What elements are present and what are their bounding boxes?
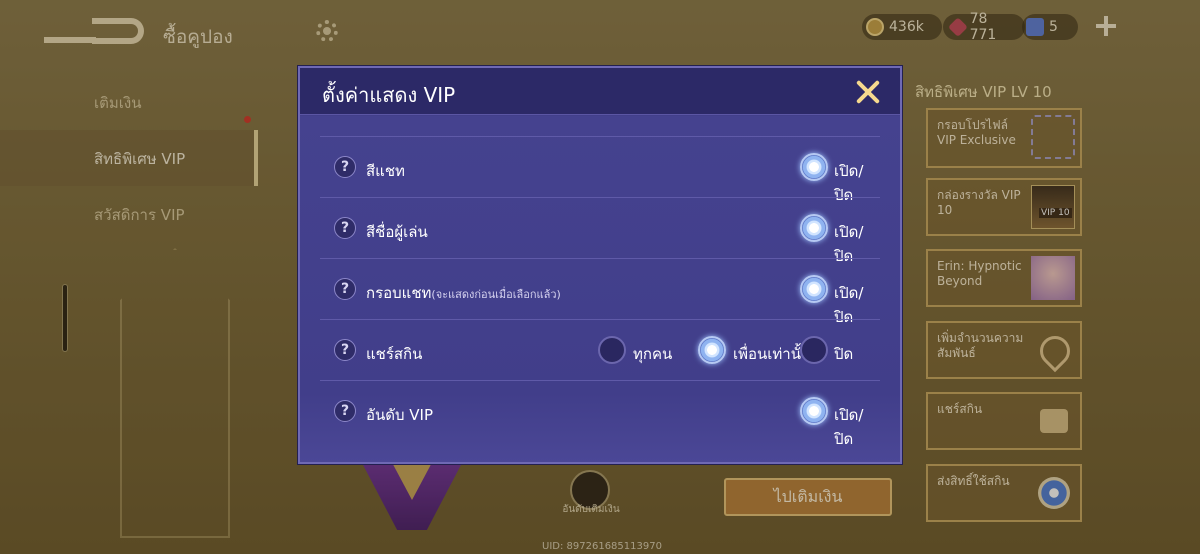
share-skin-option-friends[interactable] xyxy=(698,336,726,364)
setting-row-chat-color: ? สีแชท เปิด/ปิด xyxy=(320,136,880,204)
help-icon[interactable]: ? xyxy=(334,400,356,422)
vip-rank-toggle[interactable] xyxy=(800,397,828,425)
setting-label-main: กรอบแชท xyxy=(366,284,432,302)
setting-sublabel: (จะแสดงก่อนเมื่อเลือกแล้ว) xyxy=(431,288,561,301)
name-color-toggle[interactable] xyxy=(800,214,828,242)
setting-label: แชร์สกิน xyxy=(366,345,423,363)
dialog-body: ? สีแชท เปิด/ปิด ? สีชื่อผู้เล่น เปิด/ปิ… xyxy=(300,116,900,462)
toggle-label: เปิด/ปิด xyxy=(834,406,864,448)
vip-display-settings-dialog: ตั้งค่าแสดง VIP ? สีแชท เปิด/ปิด ? สีชื่… xyxy=(298,66,902,464)
option-label: ทุกคน xyxy=(633,345,673,363)
option-label: ปิด xyxy=(834,345,854,363)
modal-overlay: ตั้งค่าแสดง VIP ? สีแชท เปิด/ปิด ? สีชื่… xyxy=(0,0,1200,554)
help-icon[interactable]: ? xyxy=(334,217,356,239)
chat-color-toggle[interactable] xyxy=(800,153,828,181)
setting-row-share-skin: ? แชร์สกิน ทุกคน เพื่อนเท่านั้น ปิด xyxy=(320,319,880,377)
setting-row-chat-frame: ? กรอบแชท(จะแสดงก่อนเมื่อเลือกแล้ว) เปิด… xyxy=(320,258,880,326)
help-icon[interactable]: ? xyxy=(334,156,356,178)
setting-label: สีชื่อผู้เล่น xyxy=(366,223,428,241)
share-skin-option-everyone[interactable] xyxy=(598,336,626,364)
help-icon[interactable]: ? xyxy=(334,278,356,300)
share-skin-option-off[interactable] xyxy=(800,336,828,364)
dialog-title: ตั้งค่าแสดง VIP xyxy=(322,83,456,107)
help-icon[interactable]: ? xyxy=(334,339,356,361)
setting-label: สีแชท xyxy=(366,162,405,180)
setting-label: อันดับ VIP xyxy=(366,406,434,424)
setting-label: กรอบแชท(จะแสดงก่อนเมื่อเลือกแล้ว) xyxy=(366,281,561,305)
dialog-header: ตั้งค่าแสดง VIP xyxy=(300,68,900,115)
setting-row-name-color: ? สีชื่อผู้เล่น เปิด/ปิด xyxy=(320,197,880,265)
close-icon[interactable] xyxy=(854,78,882,106)
setting-row-vip-rank: ? อันดับ VIP เปิด/ปิด xyxy=(320,380,880,448)
chat-frame-toggle[interactable] xyxy=(800,275,828,303)
